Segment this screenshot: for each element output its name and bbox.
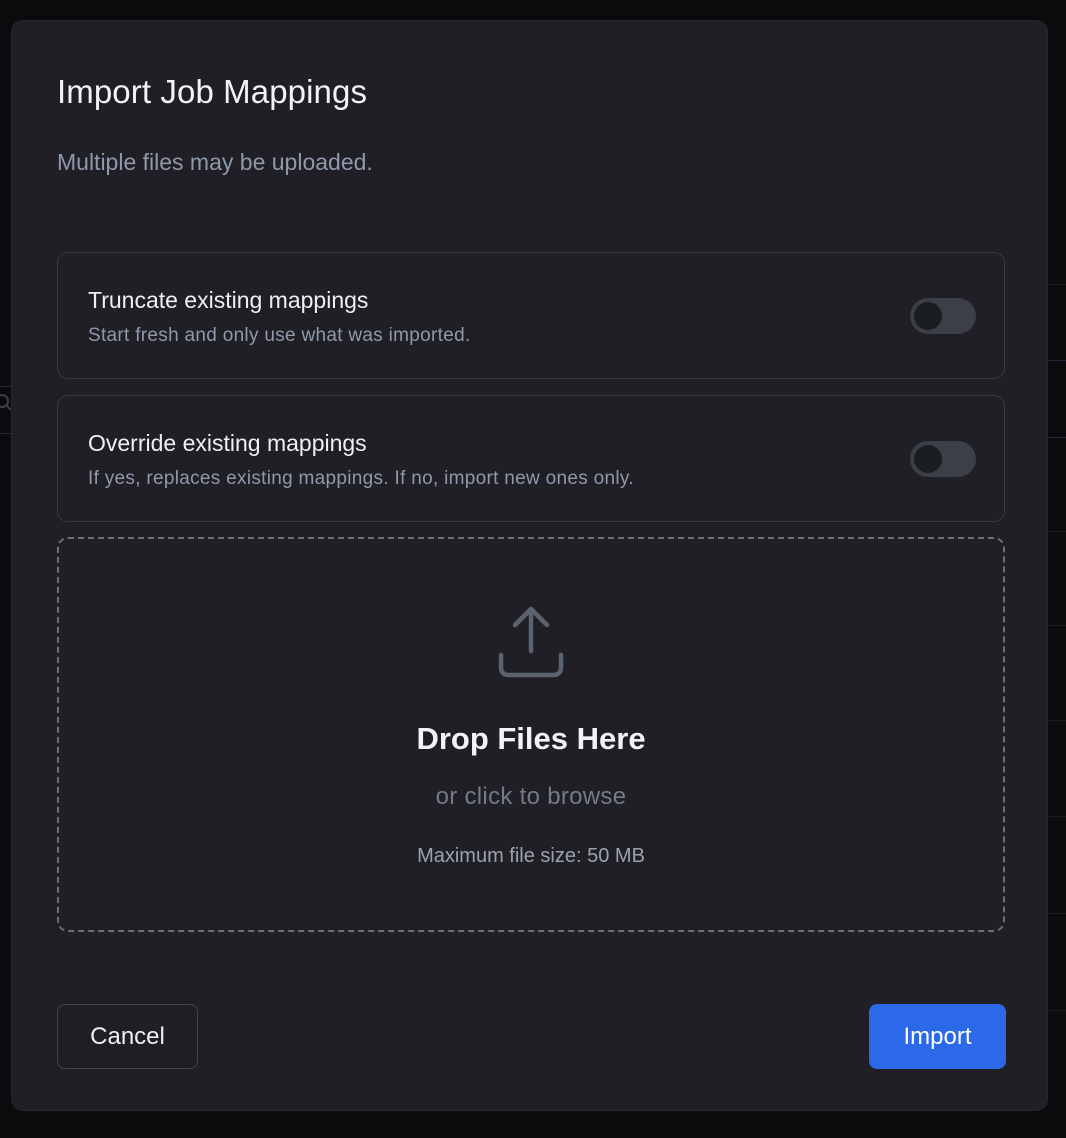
dialog-subtitle: Multiple files may be uploaded. [57,149,373,175]
cancel-button[interactable]: Cancel [57,1004,198,1069]
import-dialog: Import Job Mappings Multiple files may b… [11,20,1048,1111]
dropzone-max-size: Maximum file size: 50 MB [417,845,645,867]
truncate-option-title: Truncate existing mappings [88,287,369,313]
override-toggle[interactable] [910,441,976,477]
dropzone-browse-hint: or click to browse [435,783,627,810]
dropzone-title: Drop Files Here [416,721,646,756]
background-input-fragment [1046,360,1066,438]
override-option-title: Override existing mappings [88,430,367,456]
override-option-description: If yes, replaces existing mappings. If n… [88,468,634,489]
upload-icon [498,606,564,678]
truncate-toggle[interactable] [910,298,976,334]
dialog-title: Import Job Mappings [57,73,368,110]
toggle-knob [914,302,942,330]
import-button[interactable]: Import [869,1004,1006,1069]
toggle-knob [914,445,942,473]
file-dropzone[interactable]: Drop Files Here or click to browse Maxim… [57,537,1005,932]
truncate-option-card: Truncate existing mappings Start fresh a… [57,252,1005,379]
override-option-card: Override existing mappings If yes, repla… [57,395,1005,522]
truncate-option-description: Start fresh and only use what was import… [88,325,471,346]
